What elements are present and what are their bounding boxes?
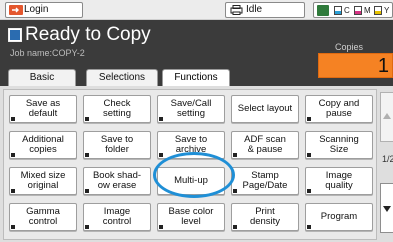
corner-mark (307, 225, 311, 229)
page-title: Ready to Copy (25, 24, 151, 45)
button-label: Save/Call setting (170, 98, 212, 119)
corner-mark (85, 225, 89, 229)
corner-mark (85, 153, 89, 157)
page-indicator: 1/2 (382, 154, 393, 164)
button-label: Image quality (325, 170, 353, 191)
button-label: Gamma control (26, 206, 60, 227)
status-label: Idle (246, 4, 263, 15)
save-to-folder-button[interactable]: Save to folder (83, 131, 151, 159)
tab-basic[interactable]: Basic (8, 69, 76, 86)
corner-mark (307, 117, 311, 121)
image-control-button[interactable]: Image control (83, 203, 151, 231)
status-icon (317, 5, 329, 16)
image-quality-button[interactable]: Image quality (305, 167, 373, 195)
tab-selections[interactable]: Selections (86, 69, 158, 86)
button-label: Save as default (25, 98, 61, 119)
button-label: Check setting (103, 98, 131, 119)
corner-mark (159, 153, 163, 157)
corner-mark (159, 117, 163, 121)
save-call-setting-button[interactable]: Save/Call setting (157, 95, 225, 123)
login-label: Login (24, 4, 49, 15)
additional-copies-button[interactable]: Additional copies (9, 131, 77, 159)
gamma-control-button[interactable]: Gamma control (9, 203, 77, 231)
toner-y-level (375, 10, 381, 14)
login-button[interactable]: Login (5, 2, 83, 18)
arrow-up-icon (383, 113, 391, 119)
check-setting-button[interactable]: Check setting (83, 95, 151, 123)
program-button[interactable]: Program (305, 203, 373, 231)
corner-mark (11, 225, 15, 229)
button-label: Save to folder (100, 134, 134, 155)
button-label: Additional copies (22, 134, 64, 155)
toner-y-letter: Y (384, 6, 390, 15)
toner-c-letter: C (344, 6, 350, 15)
copy-and-pause-button[interactable]: Copy and pause (305, 95, 373, 123)
button-label: Stamp Page/Date (242, 170, 288, 191)
toner-m-level (355, 10, 361, 14)
copies-value: 1 (377, 55, 389, 77)
toner-m-letter: M (364, 6, 371, 15)
select-layout-button[interactable]: Select layout (231, 95, 299, 123)
corner-mark (233, 153, 237, 157)
highlight-ring (153, 152, 235, 198)
login-icon (9, 5, 23, 15)
tab-functions[interactable]: Functions (162, 69, 230, 86)
corner-mark (233, 225, 237, 229)
adf-scan-pause-button[interactable]: ADF scan & pause (231, 131, 299, 159)
arrow-down-icon (383, 206, 391, 212)
machine-status[interactable]: Idle (225, 2, 305, 18)
print-density-button[interactable]: Print density (231, 203, 299, 231)
copies-label: Copies (335, 42, 364, 52)
copies-field[interactable]: 1 (318, 53, 393, 78)
button-label: Copy and pause (318, 98, 360, 119)
button-label: Mixed size original (20, 170, 66, 191)
corner-mark (85, 117, 89, 121)
corner-mark (85, 189, 89, 193)
toner-c-level (335, 10, 341, 14)
job-name: Job name:COPY-2 (10, 48, 85, 58)
toner-status[interactable]: C M Y (313, 2, 393, 18)
corner-mark (11, 117, 15, 121)
button-label: Base color level (168, 206, 214, 227)
save-as-default-button[interactable]: Save as default (9, 95, 77, 123)
button-label: Scanning Size (319, 134, 359, 155)
button-label: Program (320, 211, 358, 222)
corner-mark (11, 153, 15, 157)
corner-mark (159, 225, 163, 229)
copy-mode-icon (8, 28, 22, 42)
corner-mark (307, 153, 311, 157)
book-shadow-erase-button[interactable]: Book shad- ow erase (83, 167, 151, 195)
corner-mark (11, 189, 15, 193)
scroll-down-button[interactable] (380, 183, 393, 233)
button-label: Book shad- ow erase (92, 170, 142, 191)
button-label: Print density (249, 206, 281, 227)
button-label: Select layout (237, 103, 293, 114)
mixed-size-original-button[interactable]: Mixed size original (9, 167, 77, 195)
corner-mark (233, 189, 237, 193)
button-label: ADF scan & pause (244, 134, 286, 155)
top-status-bar: Login Idle C M Y (0, 0, 393, 20)
printer-icon (230, 5, 243, 15)
header: Ready to Copy Job name:COPY-2 Basic Sele… (0, 20, 393, 86)
scanning-size-button[interactable]: Scanning Size (305, 131, 373, 159)
stamp-page-date-button[interactable]: Stamp Page/Date (231, 167, 299, 195)
base-color-level-button[interactable]: Base color level (157, 203, 225, 231)
corner-mark (307, 189, 311, 193)
scroll-up-button[interactable] (380, 92, 393, 142)
button-label: Image control (102, 206, 132, 227)
